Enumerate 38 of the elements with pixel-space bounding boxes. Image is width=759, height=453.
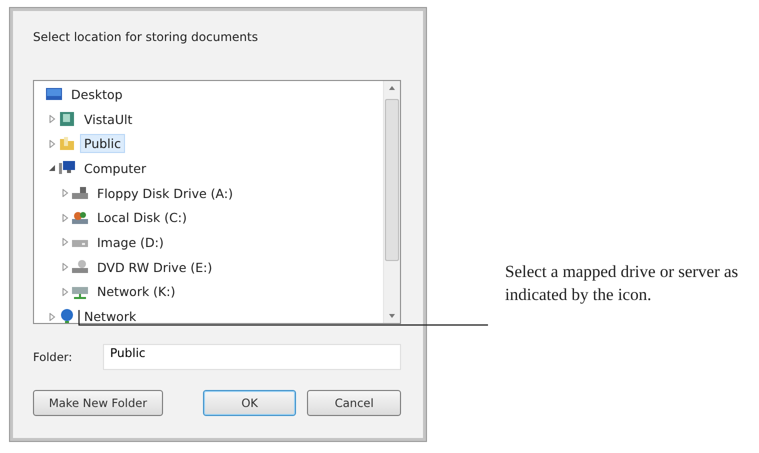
- tree-item[interactable]: Public: [80, 134, 125, 154]
- expand-arrow-icon[interactable]: [61, 189, 69, 198]
- tree-item[interactable]: Local Disk (C:): [93, 208, 191, 228]
- disk-drive-icon: [72, 210, 88, 226]
- collapse-arrow-icon[interactable]: [48, 164, 56, 172]
- tree-item[interactable]: VistaUlt: [80, 110, 136, 129]
- scroll-down-icon[interactable]: [388, 313, 396, 319]
- monitor-icon: [46, 86, 62, 102]
- callout-text: Select a mapped drive or server as indicated by the icon.: [505, 261, 740, 306]
- tree-item[interactable]: Floppy Disk Drive (A:): [93, 184, 237, 203]
- tree-item[interactable]: Network: [80, 307, 140, 323]
- expand-arrow-icon[interactable]: [48, 115, 56, 124]
- tree-item[interactable]: Image (D:): [93, 232, 168, 252]
- dvd-drive-icon: [72, 259, 88, 276]
- folder-field[interactable]: Public: [103, 344, 401, 370]
- tree-item[interactable]: Computer: [80, 158, 150, 178]
- expand-arrow-icon[interactable]: [61, 288, 69, 296]
- tree-item[interactable]: Network (K:): [93, 282, 180, 302]
- expand-arrow-icon[interactable]: [48, 140, 56, 148]
- scroll-up-icon[interactable]: [388, 85, 396, 91]
- user-icon: [59, 111, 75, 128]
- expand-arrow-icon[interactable]: [48, 312, 56, 321]
- dialog-button[interactable]: OK: [202, 390, 296, 416]
- dialog-button[interactable]: Cancel: [307, 390, 401, 416]
- folder-label: Folder:: [33, 350, 74, 364]
- expand-arrow-icon[interactable]: [61, 214, 69, 222]
- scrollbar[interactable]: [383, 81, 400, 323]
- tree-item[interactable]: Desktop: [67, 84, 127, 104]
- folder-icon: [59, 136, 75, 152]
- dialog-prompt: Select location for storing documents: [33, 30, 259, 44]
- floppy-drive-icon: [72, 185, 88, 202]
- dialog-button[interactable]: Make New Folder: [33, 390, 163, 416]
- computer-icon: [59, 160, 75, 176]
- expand-arrow-icon[interactable]: [61, 238, 69, 246]
- scrollbar-thumb[interactable]: [385, 99, 399, 261]
- network-icon: [59, 308, 75, 323]
- tree-item[interactable]: DVD RW Drive (E:): [93, 258, 216, 277]
- expand-arrow-icon[interactable]: [61, 263, 69, 272]
